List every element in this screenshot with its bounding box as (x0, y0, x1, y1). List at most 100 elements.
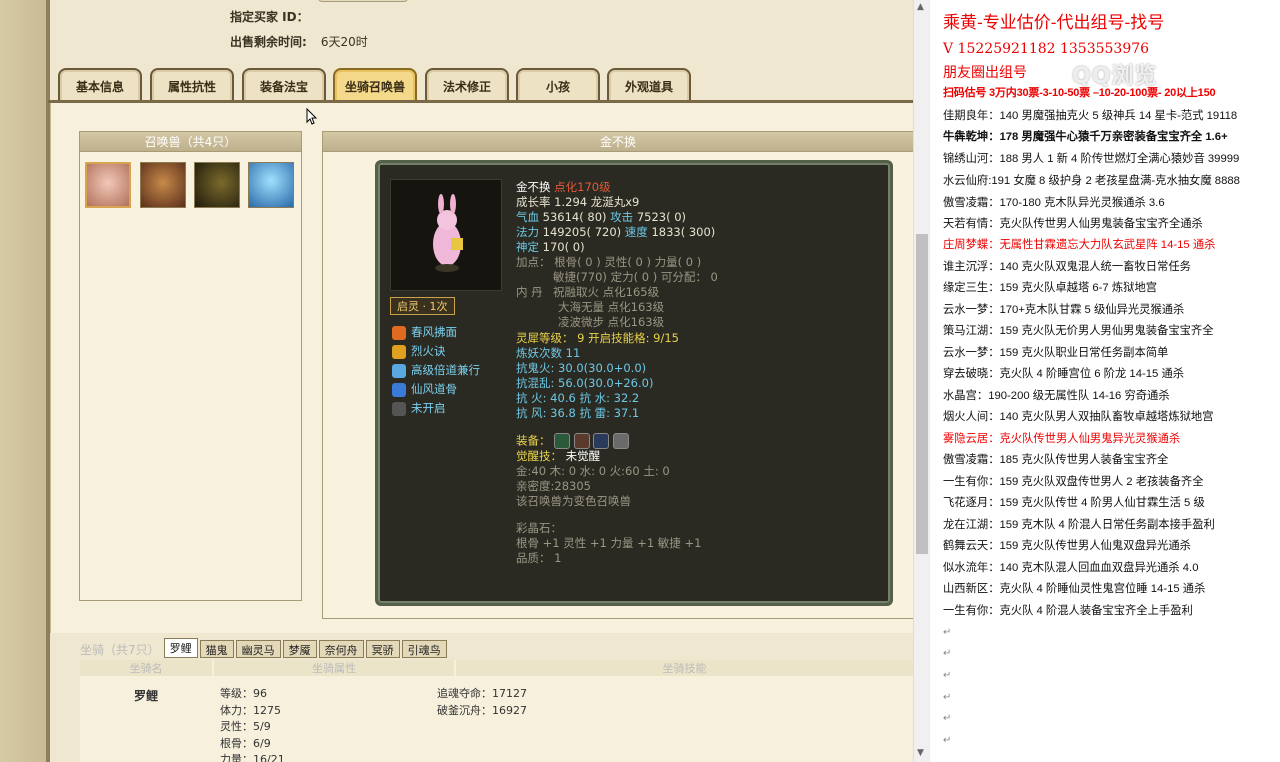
atk-label: 攻击 (610, 210, 634, 224)
pet-name-line: 金不换 点化170级 (516, 180, 611, 195)
juexing-label: 觉醒技： (516, 449, 562, 463)
skill-item-4[interactable]: 仙风道骨 (392, 380, 480, 399)
game-trade-window: 指定买家 ID： 出售剩余时间: 6天20时 基本信息 属性抗性 装备法宝 坐骑召… (0, 0, 913, 762)
mount-table: 坐骑名 坐骑属性 坐骑技能 罗鲤 等级：96 体力：1275 灵性：5/9 根骨… (80, 660, 913, 762)
qiling-badge: 启灵 · 1次 (390, 297, 455, 315)
tab-appearance[interactable]: 外观道具 (607, 68, 691, 102)
pet-detail-title: 金不换 (323, 132, 913, 152)
mount-attrs: 等级：96 体力：1275 灵性：5/9 根骨：6/9 力量：16/21 (220, 686, 285, 762)
return-mark: ↵ (943, 735, 952, 746)
flame-icon (392, 344, 406, 359)
mount-tabs: 坐骑（共7只） 罗鲤 猫鬼 幽灵马 梦魇 奈何舟 冥骄 引魂鸟 (80, 638, 447, 658)
res-2: 抗混乱: 56.0(30.0+26.0) (516, 376, 654, 390)
scroll-down-icon[interactable]: ▼ (917, 748, 924, 758)
hp-value: 53614( 80) (542, 210, 607, 224)
crystal-label: 彩晶石： (516, 521, 562, 535)
skill-label: 高级倍道兼行 (411, 363, 480, 377)
fire-icon (392, 325, 406, 340)
pet-thumb-2[interactable] (140, 162, 186, 208)
scroll-up-icon[interactable]: ▲ (917, 2, 924, 12)
skill-item-5[interactable]: 未开启 (392, 399, 480, 418)
pet-detail-card: 启灵 · 1次 春风拂面 烈火诀 高级倍道兼行 仙风道骨 未开启 金不换 点化1… (375, 160, 893, 606)
pet-list-title: 召唤兽（共4只） (80, 132, 301, 152)
mount-tab-6[interactable]: 冥骄 (365, 640, 400, 658)
color-change-line: 该召唤兽为变色召唤兽 (516, 494, 631, 508)
skill-label: 仙风道骨 (411, 382, 457, 396)
tab-child[interactable]: 小孩 (516, 68, 600, 102)
skill-item-1[interactable]: 春风拂面 (392, 323, 480, 342)
ad-line-18: 一生有你：159 克火队双盘传世男人 2 老孩装备齐全 (943, 476, 1204, 488)
locked-slot-icon (392, 401, 406, 416)
skill-item-2[interactable]: 烈火诀 (392, 342, 480, 361)
scroll-thumb[interactable] (916, 234, 928, 554)
return-mark: ↵ (943, 648, 952, 659)
tab-spell-fix[interactable]: 法术修正 (425, 68, 509, 102)
time-value: 6天20时 (320, 35, 368, 49)
return-mark: ↵ (943, 713, 952, 724)
mount-count-label: 坐骑（共7只） (80, 643, 160, 657)
res-1: 抗鬼火: 30.0(30.0+0.0) (516, 361, 647, 375)
time-label: 出售剩余时间: (230, 35, 307, 49)
equip-label: 装备： (516, 433, 551, 448)
skill-label: 未开启 (411, 401, 446, 415)
pet-thumb-3[interactable] (194, 162, 240, 208)
mount-attr: 灵性：5/9 (220, 720, 271, 733)
tab-mount-pet[interactable]: 坐骑召唤兽 (333, 68, 417, 102)
ad-line-23: 山西新区：克火队 4 阶睡仙灵性鬼宫位睡 14-15 通杀 (943, 583, 1206, 595)
ad-line-2: 牛犇乾坤：178 男魔强牛心猿千万亲密装备宝宝齐全 1.6+ (943, 131, 1228, 143)
mount-tab-7[interactable]: 引魂鸟 (401, 640, 447, 658)
shending-label: 神定 (516, 240, 539, 254)
ad-line-16: 雾隐云居：克火队传世男人仙男鬼异光灵猴通杀 (943, 433, 1181, 445)
tab-attr-resist[interactable]: 属性抗性 (150, 68, 234, 102)
pet-portrait-image (433, 194, 463, 272)
ad-line-6: 天若有情：克火队传世男人仙男鬼装备宝宝齐全通杀 (943, 218, 1203, 230)
mount-skill: 破釜沉舟：16927 (437, 703, 527, 717)
neidan-3: 凌波微步 点化163级 (558, 315, 665, 329)
mount-col-skill: 坐骑技能 (456, 660, 913, 676)
tab-basic-info[interactable]: 基本信息 (58, 68, 142, 102)
return-mark: ↵ (943, 692, 952, 703)
mount-attr: 体力：1275 (220, 703, 281, 717)
mount-tab-2[interactable]: 猫鬼 (199, 640, 234, 658)
mount-attr: 等级：96 (220, 687, 267, 700)
mount-tab-1[interactable]: 罗鲤 (163, 638, 198, 658)
ad-title: 乘黄-专业估价-代出组号-找号 (943, 13, 1165, 33)
ad-line-11: 策马江湖：159 克火队无价男人男仙男鬼装备宝宝齐全 (943, 325, 1214, 337)
ad-phone: V 15225921182 1353553976 (943, 41, 1150, 57)
equip-slot-2-icon[interactable] (573, 433, 590, 449)
mount-tab-5[interactable]: 奈何舟 (318, 640, 364, 658)
pet-thumb-1[interactable] (85, 162, 131, 208)
equip-slot-3-icon[interactable] (593, 433, 610, 449)
neidan-label: 内 丹 (516, 285, 543, 299)
buyer-id-label: 指定买家 ID： (230, 10, 309, 24)
mount-name: 罗鲤 (134, 689, 159, 703)
juexing-line: 觉醒技： 未觉醒 (516, 449, 600, 464)
ad-line-17: 傲雪凌霜：185 克火队传世男人装备宝宝齐全 (943, 454, 1169, 466)
ad-line-3: 锦绣山河：188 男人 1 新 4 阶传世燃灯全满心猿妙音 39999 (943, 153, 1240, 165)
equip-line: 装备： (516, 433, 630, 449)
vertical-scrollbar[interactable]: ▲ ▼ (913, 0, 929, 762)
tab-equipment[interactable]: 装备法宝 (242, 68, 326, 102)
skill-item-3[interactable]: 高级倍道兼行 (392, 361, 480, 380)
ad-line-7: 庄周梦蝶：无属性甘霖遗忘大力队玄武星阵 14-15 通杀 (943, 239, 1216, 251)
equip-slot-4-icon[interactable] (613, 433, 630, 449)
ad-line-9: 缘定三生：159 克火队卓越塔 6-7 炼狱地宫 (943, 282, 1158, 294)
ad-line-21: 鹤舞云天：159 克火队传世男人仙鬼双盘异光通杀 (943, 540, 1191, 552)
mount-tab-4[interactable]: 梦魇 (282, 640, 317, 658)
ad-line-10: 云水一梦：170+克木队甘霖 5 级仙异光灵猴通杀 (943, 304, 1185, 316)
skill-label: 春风拂面 (411, 325, 457, 339)
res-3: 抗 火: 40.6 抗 水: 32.2 (516, 391, 640, 405)
pet-skill-list: 春风拂面 烈火诀 高级倍道兼行 仙风道骨 未开启 (392, 323, 480, 418)
mount-tab-3[interactable]: 幽灵马 (235, 640, 281, 658)
crystal-line-1: 根骨 +1 灵性 +1 力量 +1 敏捷 +1 (516, 536, 702, 550)
top-button-stub[interactable] (318, 0, 408, 2)
ad-line-4: 水云仙府:191 女魔 8 级护身 2 老孩星盘满-克水抽女魔 8888 (943, 175, 1240, 187)
ad-line-5: 傲雪凌霜：170-180 克木队异光灵猴通杀 3.6 (943, 197, 1165, 209)
mouse-cursor-icon (306, 108, 318, 125)
neidan-2: 大海无量 点化163级 (558, 300, 665, 314)
equip-slot-1-icon[interactable] (554, 433, 571, 449)
pet-thumb-4[interactable] (248, 162, 294, 208)
lingxi-label: 灵犀等级： (516, 331, 574, 345)
mount-attr: 力量：16/21 (220, 753, 285, 762)
pet-name: 金不换 (516, 180, 551, 194)
